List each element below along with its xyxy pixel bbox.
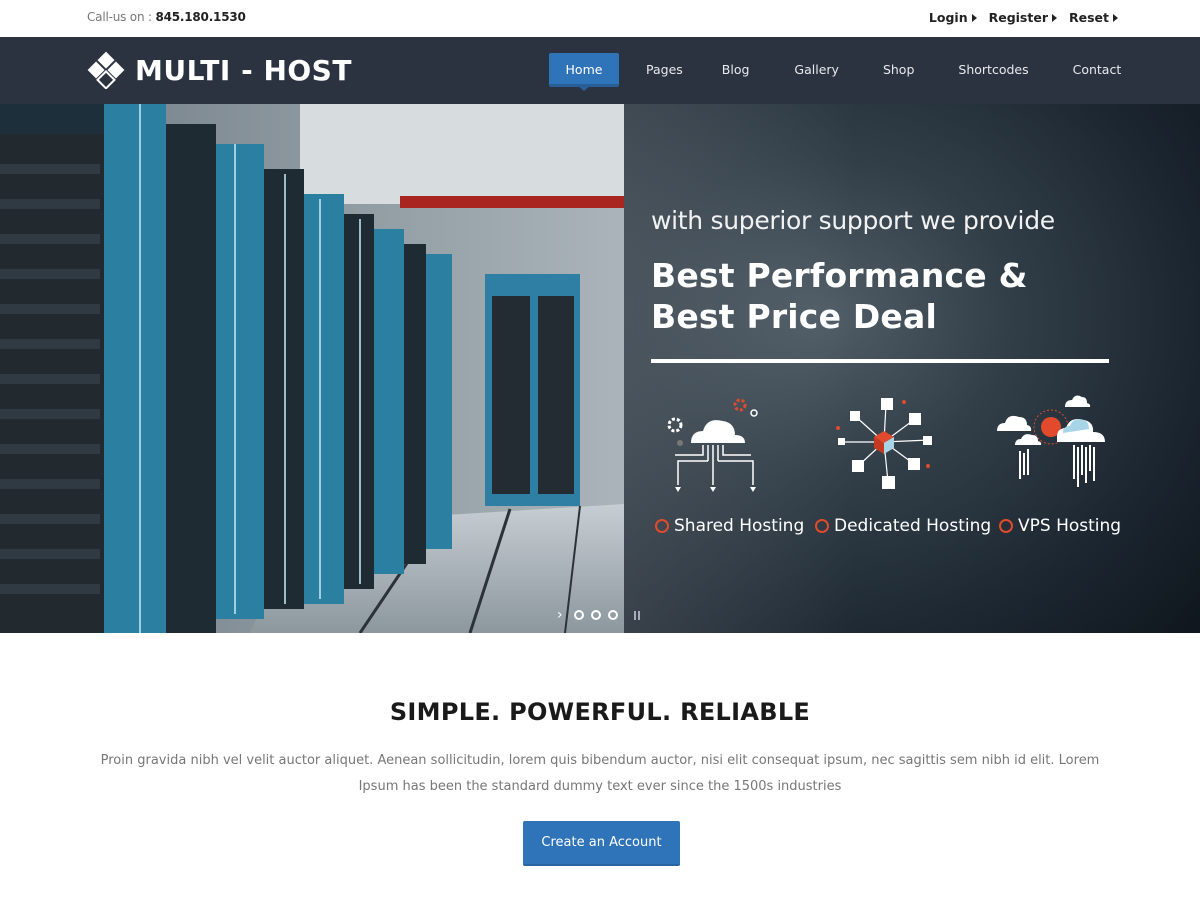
section-description: Proin gravida nibh vel velit auctor aliq… [100,753,1100,794]
caret-right-icon [1113,13,1118,22]
register-label: Register [988,10,1048,25]
create-account-button[interactable]: Create an Account [523,821,680,866]
hero-title: Best Performance & Best Price Deal [651,256,1028,336]
circle-icon [999,519,1013,533]
circle-icon [655,519,669,533]
reset-link[interactable]: Reset [1069,10,1118,25]
server-room-image [0,104,624,633]
circle-icon [815,519,829,533]
nav-item-gallery[interactable]: Gallery [794,53,839,87]
slider-dot-3[interactable] [607,610,618,620]
phone-number[interactable]: 845.180.1530 [155,10,245,24]
register-link[interactable]: Register [989,10,1057,25]
brand-name: MULTI - HOST [135,53,352,87]
caret-right-icon [971,13,977,22]
service-label: Shared Hosting [674,516,805,536]
top-bar: Call-us on : 845.180.1530 Login Register… [0,0,1200,37]
slider-dot-1[interactable] [573,610,584,620]
main-navbar: MULTI - HOST Home Pages Blog Gallery Sho… [0,37,1200,104]
login-label: Login [928,10,968,25]
hero-dark-panel [624,104,1200,633]
hero-divider [651,359,1109,363]
hero-slider [0,104,1200,633]
service-vps-hosting[interactable]: VPS Hosting [999,516,1121,536]
section-heading: SIMPLE. POWERFUL. RELIABLE [389,698,811,726]
slider-controls: › [557,608,640,622]
call-us-label: Call-us on : [87,10,152,24]
diamond-grid-icon [87,51,125,89]
nav-menu: Home Pages Blog Gallery Shop Shortcodes … [549,53,1122,91]
login-link[interactable]: Login [929,10,977,25]
nav-item-blog[interactable]: Blog [722,53,750,87]
server-cube-network-icon [836,398,932,489]
nav-item-contact[interactable]: Contact [1073,53,1122,87]
pause-icon[interactable] [633,610,640,620]
nav-item-pages[interactable]: Pages [646,53,683,87]
hero-subtitle: with superior support we provide [651,206,1055,235]
service-shared-hosting[interactable]: Shared Hosting [655,516,804,536]
site-logo[interactable]: MULTI - HOST [87,51,352,89]
auth-links: Login Register Reset [929,10,1118,25]
reset-label: Reset [1069,10,1109,25]
service-dedicated-hosting[interactable]: Dedicated Hosting [815,516,991,536]
nav-item-home[interactable]: Home [549,53,619,91]
service-label: VPS Hosting [1018,516,1122,536]
caret-right-icon [1052,13,1057,22]
chevron-right-icon[interactable]: › [557,608,563,622]
nav-item-shop[interactable]: Shop [883,53,914,87]
cloud-data-icon [997,395,1105,487]
nav-item-shortcodes[interactable]: Shortcodes [958,53,1028,87]
slider-dot-2[interactable] [590,610,601,620]
cloud-network-icon [667,398,758,492]
service-label: Dedicated Hosting [834,516,992,536]
call-us-text: Call-us on : 845.180.1530 [87,10,246,24]
